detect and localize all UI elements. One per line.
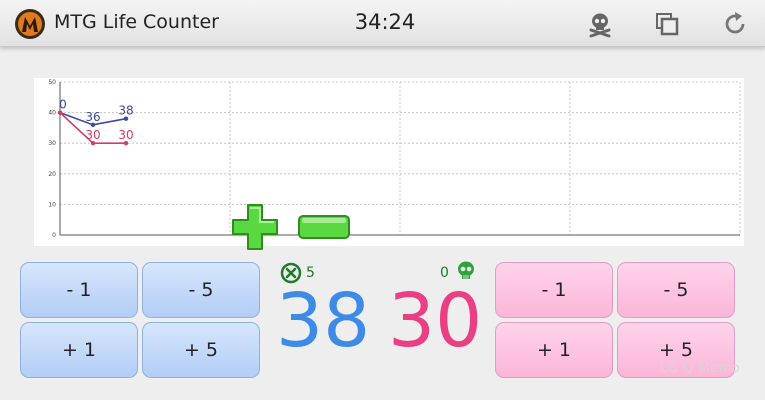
- p1-life-total[interactable]: 38: [276, 278, 370, 364]
- plus-mode-button[interactable]: [230, 202, 280, 252]
- p1-plus-1-button[interactable]: + 1: [20, 322, 138, 378]
- data-label: 36: [85, 110, 100, 124]
- data-label: 30: [118, 128, 133, 142]
- life-history-chart: 0 10 20 30 40 50 0 36 38 30 30: [34, 78, 744, 246]
- watermark: LG Q Memo: [660, 361, 741, 376]
- app-logo-icon: [14, 8, 46, 40]
- y-tick-label: 0: [52, 232, 56, 239]
- poison-skull-button[interactable]: [585, 9, 615, 39]
- reset-refresh-icon: [725, 12, 745, 34]
- y-tick-label: 30: [48, 140, 56, 147]
- p2-plus-1-button[interactable]: + 1: [495, 322, 613, 378]
- p2-life-total[interactable]: 30: [388, 278, 482, 364]
- reset-button[interactable]: [720, 9, 750, 39]
- plus-icon: [232, 204, 278, 250]
- life-history-chart-svg: 0 10 20 30 40 50 0 36 38 30 30: [48, 79, 741, 239]
- data-label: 30: [85, 128, 100, 142]
- y-tick-label: 20: [48, 171, 56, 178]
- p2-minus-1-button[interactable]: - 1: [495, 262, 613, 318]
- game-clock: 34:24: [354, 10, 416, 34]
- copy-windows-button[interactable]: [652, 9, 682, 39]
- copy-windows-icon: [656, 13, 679, 36]
- action-bar: MTG Life Counter 34:24: [0, 0, 765, 47]
- data-point: [57, 110, 63, 115]
- p2-minus-5-button[interactable]: - 5: [617, 262, 735, 318]
- data-label: 38: [118, 104, 133, 118]
- app-title: MTG Life Counter: [54, 11, 219, 33]
- y-tick-label: 40: [48, 110, 56, 117]
- p1-minus-1-button[interactable]: - 1: [20, 262, 138, 318]
- minus-icon: [298, 215, 350, 239]
- p1-plus-5-button[interactable]: + 5: [142, 322, 260, 378]
- p1-minus-5-button[interactable]: - 5: [142, 262, 260, 318]
- y-tick-label: 10: [48, 201, 56, 208]
- data-label: 0: [59, 98, 67, 112]
- minus-mode-button[interactable]: [298, 215, 350, 239]
- poison-skull-icon: [589, 13, 611, 38]
- y-tick-label: 50: [48, 79, 56, 86]
